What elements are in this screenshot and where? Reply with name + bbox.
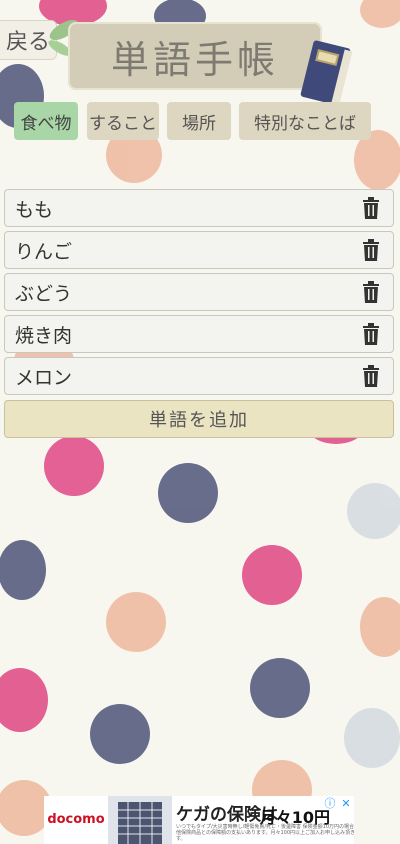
add-word-button-label: 単語を追加 <box>149 410 249 431</box>
title-plate: 単語手帳 <box>68 22 322 90</box>
ad-brand-logo: docomo <box>44 812 108 827</box>
word-row[interactable]: メロン <box>4 357 394 395</box>
word-text: りんご <box>15 240 73 263</box>
word-row[interactable]: もも <box>4 189 394 227</box>
trash-icon[interactable] <box>361 323 381 345</box>
tab-actions-label: すること <box>89 113 157 134</box>
tab-food[interactable]: 食べ物 <box>14 102 78 140</box>
tab-places-label: 場所 <box>182 113 216 134</box>
ad-banner[interactable]: docomo ケガの保険は、 月々10円 いつでもタイプ/大災害時無し/軽傷免責… <box>44 796 354 844</box>
ad-close-icon[interactable]: ✕ <box>340 798 352 810</box>
word-row[interactable]: りんご <box>4 231 394 269</box>
page-title: 単語手帳 <box>110 37 279 82</box>
add-word-button[interactable]: 単語を追加 <box>4 400 394 438</box>
tab-actions[interactable]: すること <box>87 102 159 140</box>
ad-brand-text: docomo <box>47 812 105 827</box>
word-row[interactable]: 焼き肉 <box>4 315 394 353</box>
tab-special-words[interactable]: 特別なことば <box>239 102 371 140</box>
word-row[interactable]: ぶどう <box>4 273 394 311</box>
tab-places[interactable]: 場所 <box>167 102 231 140</box>
word-text: ぶどう <box>15 282 73 305</box>
ad-fine-print: いつでもタイプ/大災害時無し/軽傷免責/死亡・後遺障害 保険金額10万円の場合 … <box>176 824 354 842</box>
trash-icon[interactable] <box>361 281 381 303</box>
tab-special-words-label: 特別なことば <box>254 113 356 134</box>
category-tabs: 食べ物 すること 場所 特別なことば <box>14 102 400 142</box>
trash-icon[interactable] <box>361 197 381 219</box>
word-text: もも <box>15 198 54 221</box>
ad-photo <box>108 796 172 844</box>
trash-icon[interactable] <box>361 365 381 387</box>
book-icon <box>300 40 353 105</box>
word-text: メロン <box>15 366 73 389</box>
tab-food-label: 食べ物 <box>20 113 72 134</box>
ad-info-icon[interactable]: ⓘ <box>324 798 336 810</box>
trash-icon[interactable] <box>361 239 381 261</box>
word-text: 焼き肉 <box>15 324 73 347</box>
